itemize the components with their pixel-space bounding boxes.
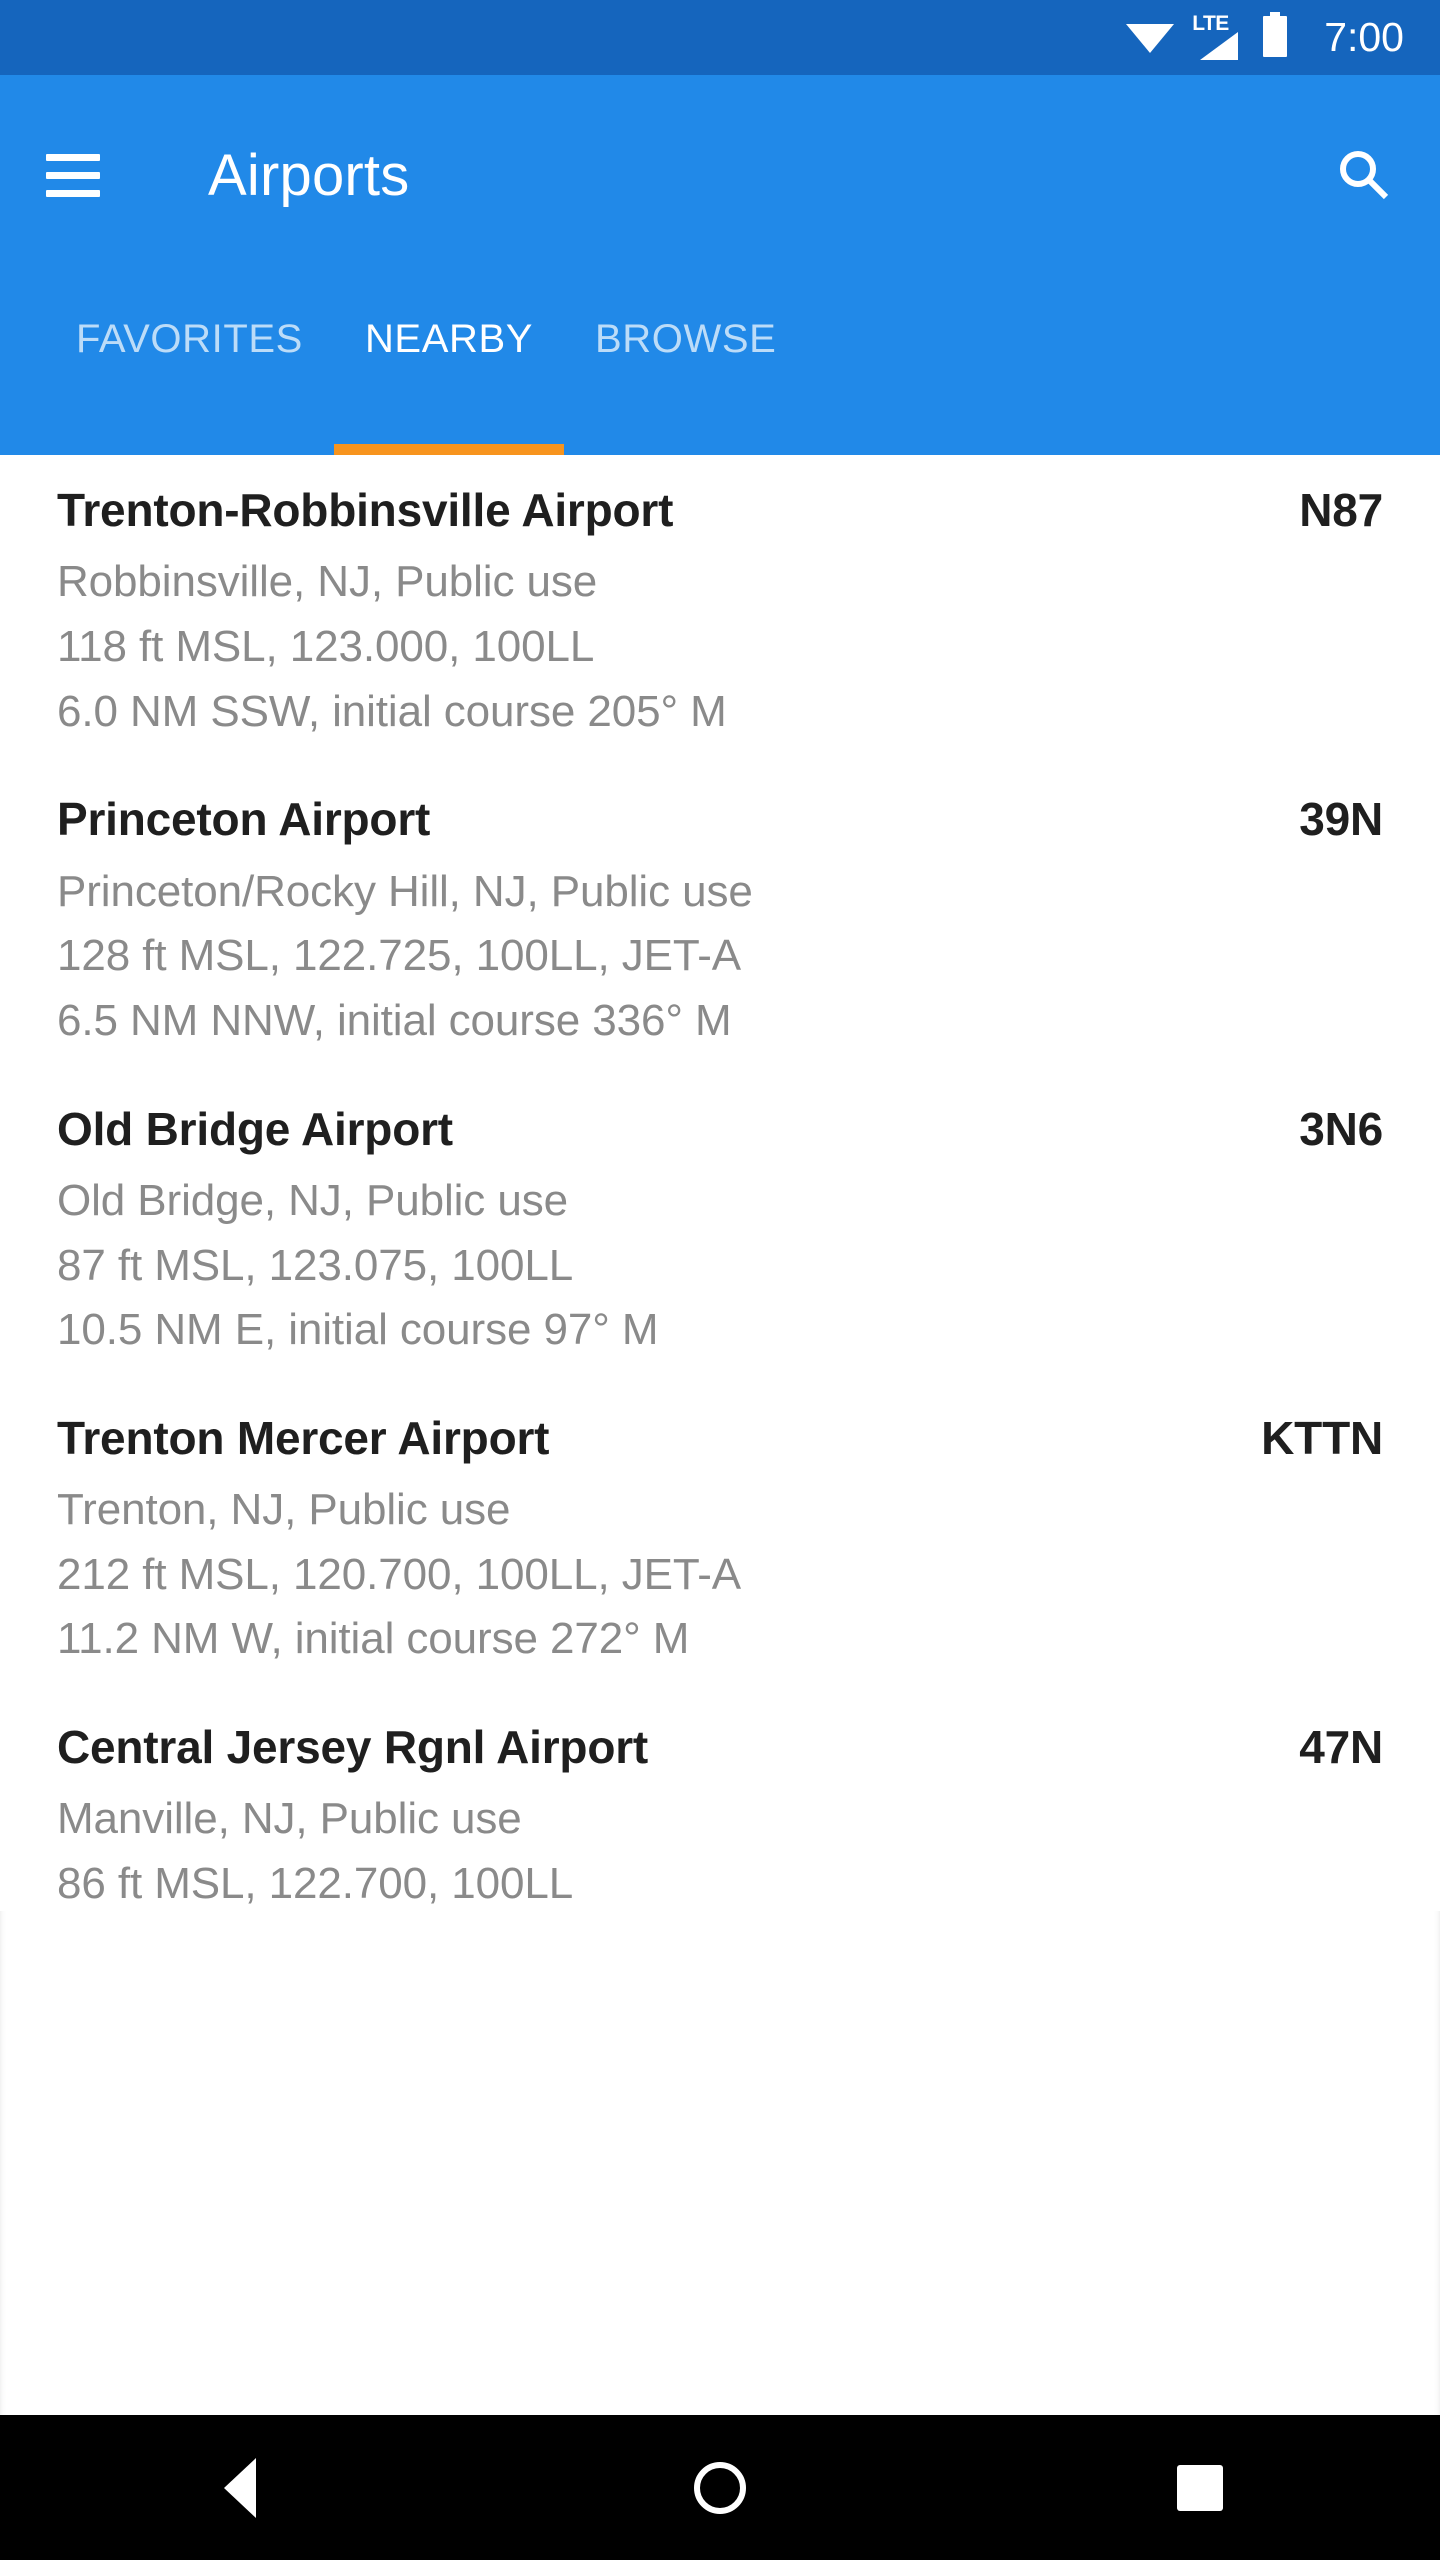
airport-code: KTTN [1261, 1411, 1383, 1464]
tab-bar: FAVORITES NEARBY BROWSE [0, 275, 1440, 455]
home-circle-icon[interactable] [640, 2415, 800, 2560]
list-item-header: Trenton-Robbinsville Airport N87 [57, 483, 1383, 537]
airport-location: Trenton, NJ, Public use [57, 1485, 511, 1535]
airport-code: 39N [1299, 793, 1383, 846]
airport-name: Trenton-Robbinsville Airport [57, 484, 674, 536]
list-item[interactable]: Trenton-Robbinsville Airport N87 Robbins… [0, 455, 1440, 739]
airport-name: Central Jersey Rgnl Airport [57, 1721, 649, 1774]
list-item[interactable]: Princeton Airport 39N Princeton/Rocky Hi… [0, 738, 1440, 1048]
airport-code: N87 [1299, 484, 1383, 536]
airport-distance: 6.5 NM NNW, initial course 336° M [57, 995, 732, 1045]
search-icon[interactable] [1324, 135, 1404, 215]
airport-code: 3N6 [1299, 1102, 1383, 1155]
airport-location: Robbinsville, NJ, Public use [57, 557, 598, 607]
airport-specs: 128 ft MSL, 122.725, 100LL, JET-A [57, 931, 742, 981]
tab-browse[interactable]: BROWSE [564, 275, 807, 362]
tab-nearby[interactable]: NEARBY [334, 275, 564, 362]
airport-distance: 11.2 NM W, initial course 272° M [57, 1614, 690, 1664]
recents-square-shape [1177, 2464, 1223, 2511]
status-time: 7:00 [1324, 14, 1404, 60]
airport-location: Old Bridge, NJ, Public use [57, 1175, 568, 1225]
airport-specs: 87 ft MSL, 123.075, 100LL [57, 1240, 574, 1290]
back-triangle-icon[interactable] [160, 2415, 320, 2560]
airport-name: Trenton Mercer Airport [57, 1411, 550, 1464]
page-title: Airports [208, 142, 410, 208]
status-icon-group: LTE 7:00 [1124, 12, 1404, 63]
airport-specs: 118 ft MSL, 123.000, 100LL [57, 621, 595, 671]
list-item-header: Old Bridge Airport 3N6 [57, 1102, 1383, 1156]
tab-active-indicator [333, 444, 565, 455]
list-item-header: Central Jersey Rgnl Airport 47N [57, 1720, 1383, 1774]
airport-distance: 6.0 NM SSW, initial course 205° M [57, 686, 727, 736]
airport-location: Manville, NJ, Public use [57, 1794, 522, 1844]
list-item-header: Princeton Airport 39N [57, 792, 1383, 846]
list-item-header: Trenton Mercer Airport KTTN [57, 1411, 1383, 1465]
airport-list[interactable]: Trenton-Robbinsville Airport N87 Robbins… [0, 455, 1440, 2560]
app-bar: Airports [0, 75, 1440, 275]
menu-line-2 [46, 171, 100, 179]
home-circle-shape [694, 2461, 746, 2514]
menu-line-1 [46, 153, 100, 161]
recents-square-icon[interactable] [1120, 2415, 1280, 2560]
status-bar: LTE 7:00 [0, 0, 1440, 75]
menu-line-3 [46, 189, 100, 197]
lte-signal-icon: LTE [1192, 13, 1244, 60]
airport-location: Princeton/Rocky Hill, NJ, Public use [57, 866, 753, 916]
list-item[interactable]: Central Jersey Rgnl Airport 47N Manville… [0, 1666, 1440, 1911]
list-item[interactable]: Old Bridge Airport 3N6 Old Bridge, NJ, P… [0, 1047, 1440, 1357]
hamburger-menu-icon[interactable] [46, 142, 112, 208]
tab-favorites[interactable]: FAVORITES [45, 275, 334, 362]
android-navigation-bar [0, 2415, 1440, 2560]
airport-name: Old Bridge Airport [57, 1102, 453, 1155]
phone-screen: LTE 7:00 Airports FAVORITES NEARBY BROWS… [0, 0, 1440, 2560]
airport-name: Princeton Airport [57, 793, 431, 846]
airport-specs: 212 ft MSL, 120.700, 100LL, JET-A [57, 1549, 742, 1599]
airport-specs: 86 ft MSL, 122.700, 100LL [57, 1859, 574, 1909]
wifi-icon [1124, 15, 1176, 60]
airport-code: 47N [1299, 1721, 1383, 1774]
back-triangle-shape [224, 2457, 256, 2518]
battery-icon [1260, 12, 1290, 63]
list-item[interactable]: Trenton Mercer Airport KTTN Trenton, NJ,… [0, 1356, 1440, 1667]
airport-distance: 10.5 NM E, initial course 97° M [57, 1305, 659, 1355]
